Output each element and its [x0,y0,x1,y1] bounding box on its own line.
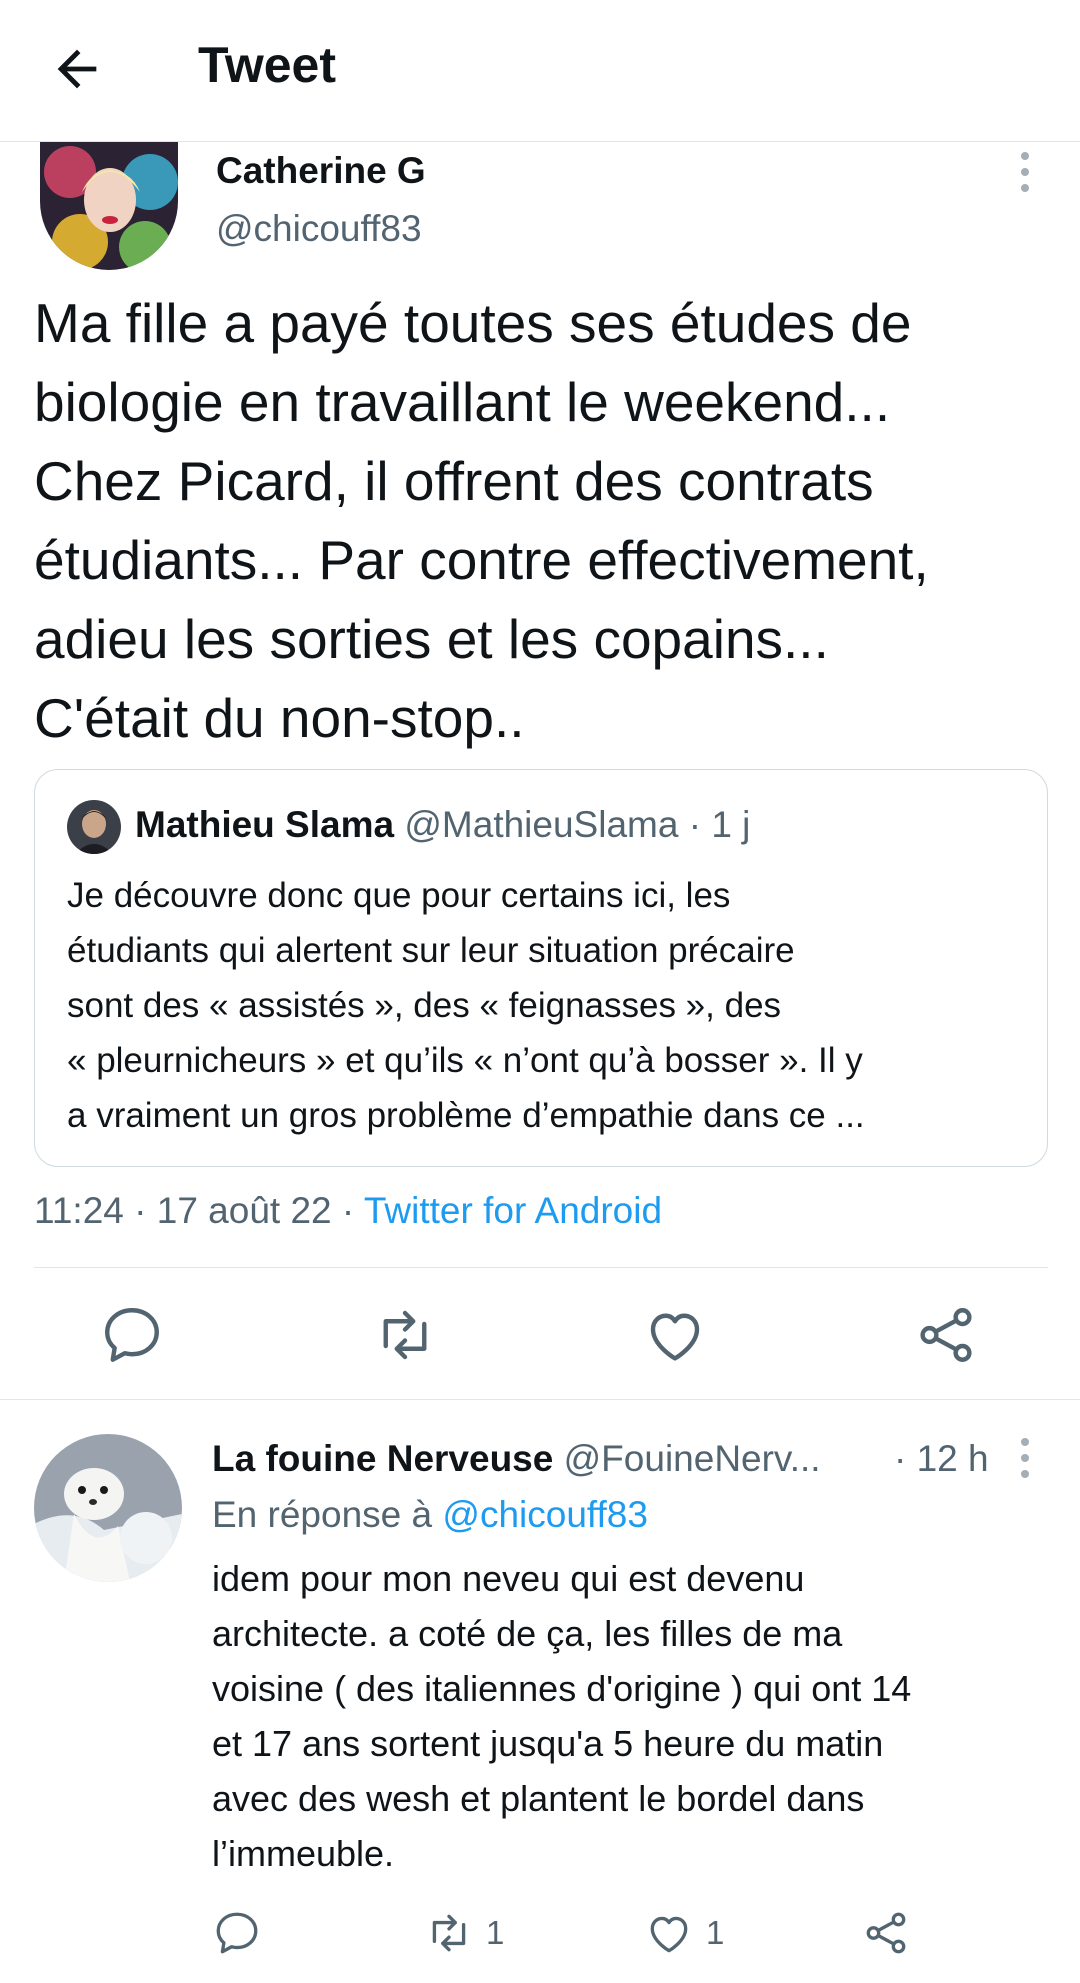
author-name[interactable]: Catherine G [216,150,426,192]
reply-retweet-button[interactable]: 1 [424,1907,504,1959]
share-icon[interactable] [913,1302,979,1368]
section-divider [0,1399,1080,1400]
in-reply-to-mention[interactable]: @chicouff83 [442,1494,648,1535]
tweet-timestamp: 11:24 · 17 août 22 · Twitter for Android [34,1190,663,1231]
heart-icon [650,1916,688,1953]
reply-author-avatar[interactable] [34,1434,182,1582]
reply-header: La fouine Nerveuse @FouineNerv... [212,1438,821,1480]
reply-like-button[interactable]: 1 [644,1907,724,1959]
quoted-tweet-text: Je découvre donc que pour certains ici, … [67,876,865,1135]
quoted-author-handle: @MathieuSlama [404,804,679,845]
reply-age: · 12 h [894,1438,989,1479]
reply-comment-button[interactable] [212,1907,262,1959]
reply-author-handle[interactable]: @FouineNerv... [564,1438,821,1479]
author-avatar[interactable] [40,142,178,270]
quoted-tweet-age: 1 j [711,804,751,845]
reply-author-name[interactable]: La fouine Nerveuse [212,1438,553,1479]
reply-more-options-icon[interactable] [1012,1436,1038,1480]
divider [34,1267,1048,1268]
reply-share-button[interactable] [861,1907,911,1959]
reply-icon[interactable] [99,1302,165,1368]
more-options-icon[interactable] [1012,150,1038,194]
back-arrow-icon[interactable] [48,40,106,98]
in-reply-to-label: En réponse à [212,1494,433,1535]
like-count: 1 [706,1914,725,1951]
author-handle[interactable]: @chicouff83 [216,208,422,250]
retweet-icon[interactable] [372,1302,438,1368]
tweet-text: Ma fille a payé toutes ses études de bio… [34,292,929,749]
quoted-tweet-header: Mathieu Slama @MathieuSlama · 1 j [135,804,750,846]
quoted-author-avatar [67,800,121,854]
tweet-time: 11:24 [34,1190,124,1231]
tweet-source-link[interactable]: Twitter for Android [364,1190,662,1231]
quoted-separator: · [678,804,712,845]
retweet-icon [432,1914,466,1952]
top-app-bar: Tweet [0,0,1080,142]
retweet-count: 1 [486,1914,505,1951]
share-icon [866,1912,906,1954]
quoted-author-name: Mathieu Slama [135,804,395,845]
reply-text: idem pour mon neveu qui est devenu archi… [212,1558,912,1874]
tweet-date: 17 août 22 [156,1190,332,1231]
in-reply-to: En réponse à @chicouff83 [212,1494,648,1536]
quoted-tweet-card[interactable]: Mathieu Slama @MathieuSlama · 1 j Je déc… [34,769,1048,1167]
page-title: Tweet [198,37,336,93]
like-heart-icon[interactable] [642,1302,708,1368]
comment-icon [216,1912,258,1954]
